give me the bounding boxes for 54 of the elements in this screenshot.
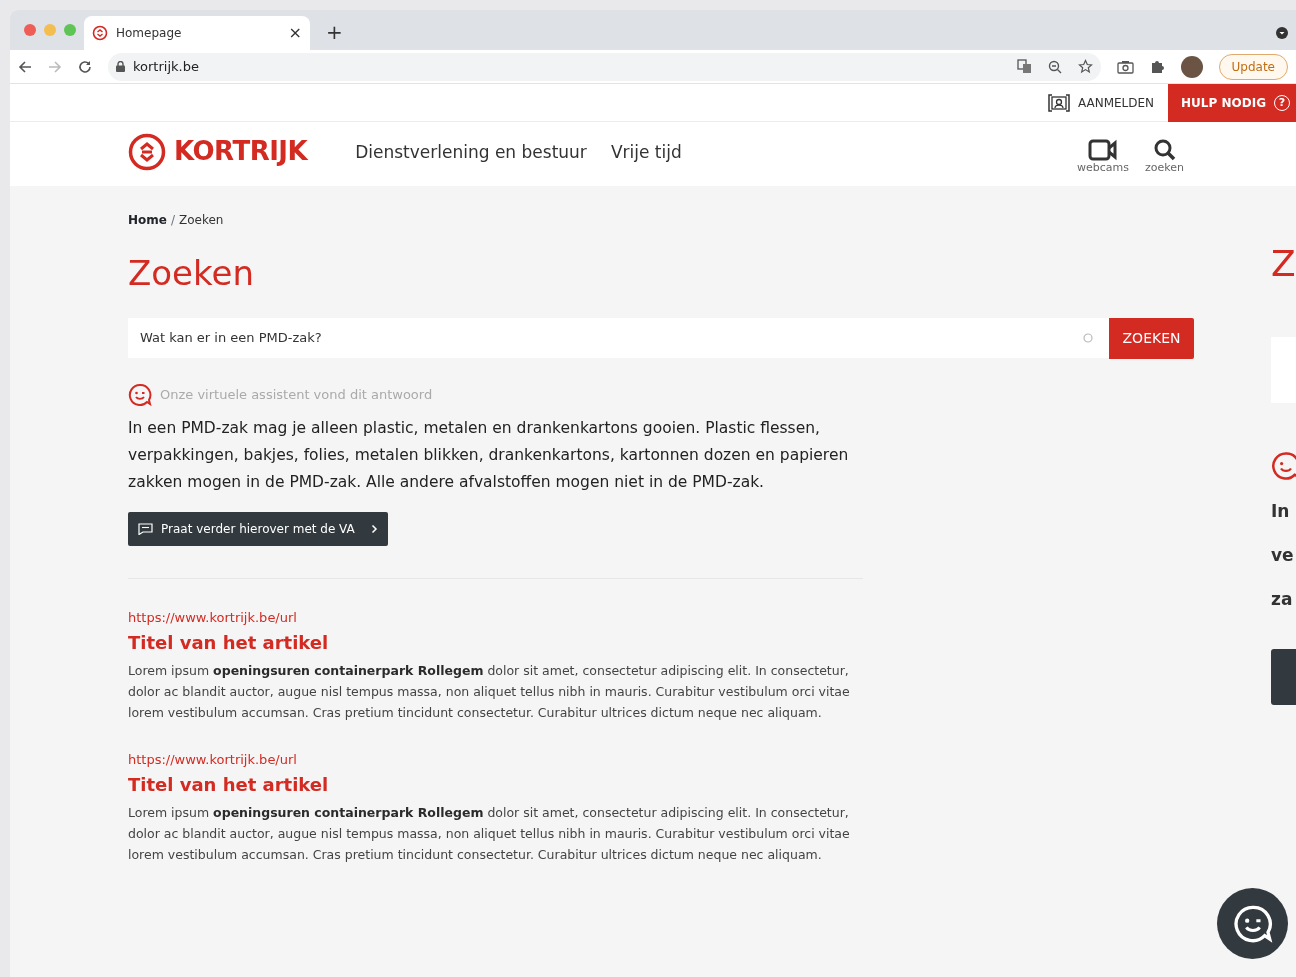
- result-snippet: Lorem ipsum openingsuren containerpark Rollegem dolor sit amet, consectetur adipiscing elit. In consectetur, dolor ac blandit auctor, augue nisl tempus massa, non aliquet tellus nibh in mauris. Curabitur vestibulum orci vitae lorem vestibulum accumsan. Cras pretium tincidunt consectetur. Curabitur ultrices dictum neque nec aliquam.: [128, 803, 851, 864]
- address-bar[interactable]: kortrijk.be: [108, 52, 1101, 81]
- puzzle-icon[interactable]: [1149, 59, 1165, 74]
- breadcrumb-current: Zoeken: [179, 212, 224, 229]
- chevron-right-icon: [370, 523, 378, 534]
- help-button[interactable]: HULP NODIG ?: [1168, 83, 1296, 122]
- close-window-dot[interactable]: [24, 24, 36, 36]
- back-icon[interactable]: [18, 59, 32, 74]
- star-icon[interactable]: [1077, 59, 1093, 74]
- chat-with-assistant-button[interactable]: Praat verder hierover met de VA: [128, 511, 388, 546]
- reload-icon[interactable]: [78, 59, 92, 74]
- zoom-out-icon[interactable]: [1047, 59, 1062, 74]
- minimize-window-dot[interactable]: [44, 24, 56, 36]
- message-icon: [138, 522, 153, 535]
- page-title: Z: [1271, 246, 1296, 282]
- text-fragment: In: [1271, 500, 1290, 523]
- result-url[interactable]: https://www.kortrijk.be/url: [128, 749, 297, 770]
- tab-close-button[interactable]: ×: [288, 21, 302, 45]
- search-field[interactable]: Wat kan er in een PMD-zak?: [128, 317, 1109, 358]
- result-url[interactable]: https://www.kortrijk.be/url: [128, 607, 297, 628]
- tab-favicon-icon: [92, 25, 108, 41]
- result-title[interactable]: Titel van het artikel: [128, 628, 863, 656]
- assistant-caption: Onze virtuele assistent vond dit antwoord: [160, 386, 433, 405]
- maximize-window-dot[interactable]: [64, 24, 76, 36]
- result-snippet: Lorem ipsum openingsuren containerpark Rollegem dolor sit amet, consectetur adipiscing elit. In consectetur, dolor ac blandit auctor, augue nisl tempus massa, non aliquet tellus nibh in mauris. Curabitur vestibulum orci vitae lorem vestibulum accumsan. Cras pretium tincidunt consectetur. Curabitur ultrices dictum neque nec aliquam.: [128, 661, 851, 722]
- text-fragment: za: [1271, 588, 1293, 611]
- camera-icon[interactable]: [1116, 59, 1134, 74]
- user-frame-icon: [1047, 93, 1070, 112]
- assistant-smiley-icon: [128, 382, 152, 407]
- lock-icon: [116, 61, 125, 72]
- update-button[interactable]: Update: [1218, 53, 1288, 80]
- assistant-answer: In een PMD-zak mag je alleen plastic, metalen en drankenkartons gooien. Plastic flessen, verpakkingen, bakjes, folies, metalen blikken, drankenkartons, kartonnen dozen en papieren zakken mogen in de PMD-zak. Alle andere afvalstoffen mogen niet in de PMD-zak.: [128, 417, 850, 493]
- nav-link[interactable]: Vrije tijd: [610, 140, 682, 166]
- breadcrumb-separator: /: [170, 212, 175, 229]
- result-title[interactable]: Titel van het artikel: [128, 770, 863, 798]
- page-title: Zoeken: [128, 253, 255, 294]
- breadcrumb-link[interactable]: Home: [128, 211, 167, 229]
- assistant-smiley-icon: [1271, 451, 1296, 481]
- nav-link[interactable]: Dienstverlening en bestuur: [355, 140, 587, 166]
- toolbar-link[interactable]: zoeken: [1145, 138, 1184, 175]
- login-link[interactable]: AANMELDEN: [1041, 92, 1161, 113]
- assistant-smiley-icon: [1232, 903, 1273, 944]
- video-camera-icon: [1088, 138, 1118, 162]
- new-tab-button[interactable]: +: [326, 17, 343, 47]
- toolbar-link[interactable]: webcams: [1077, 138, 1129, 175]
- browser-tab[interactable]: Homepage ×: [84, 16, 310, 50]
- logo-emblem-icon: [128, 132, 166, 171]
- search-icon: [1152, 138, 1177, 162]
- text-fragment: ve: [1271, 544, 1294, 567]
- tab-title: Homepage: [116, 25, 182, 42]
- search-button[interactable]: ZOEKEN: [1109, 317, 1194, 359]
- site-logo[interactable]: KORTRIJK: [128, 132, 308, 171]
- tab-search-icon[interactable]: [1276, 27, 1288, 39]
- profile-avatar[interactable]: [1180, 55, 1203, 78]
